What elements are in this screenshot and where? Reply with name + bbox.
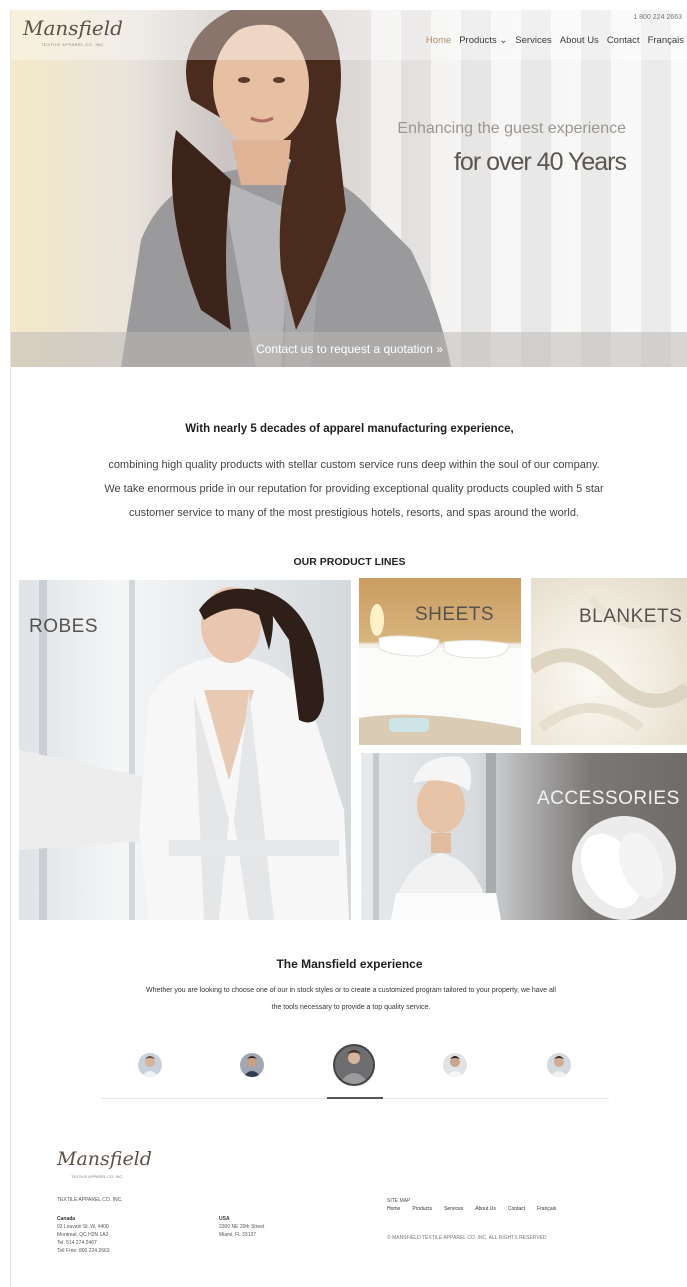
product-tile-blankets[interactable]: BLANKETS: [531, 578, 687, 745]
footer-address-line: Miami, FL 33137: [219, 1232, 257, 1238]
product-lines-heading: OUR PRODUCT LINES: [293, 556, 406, 568]
carousel-avatar-4[interactable]: [443, 1053, 467, 1077]
tile-label-accessories: ACCESSORIES: [537, 788, 680, 809]
footer-usa-title: USA: [219, 1216, 230, 1222]
footer-menu-home[interactable]: Home: [387, 1206, 400, 1212]
footer-canada-title: Canada: [57, 1216, 76, 1222]
request-quotation-link[interactable]: Contact us to request a quotation »: [11, 342, 687, 356]
footer-site-map-label: SITE MAP: [387, 1198, 411, 1204]
page: Mansfield TEXTILE APPAREL CO. INC. 1 800…: [10, 10, 687, 1287]
carousel-active-indicator: [327, 1097, 383, 1099]
footer-menu-francais[interactable]: Français: [537, 1206, 556, 1212]
footer-company-name: TEXTILE APPAREL CO. INC.: [57, 1197, 123, 1203]
experience-heading: The Mansfield experience: [276, 957, 423, 971]
intro-paragraph: combining high quality products with ste…: [11, 453, 687, 525]
nav-item-contact[interactable]: Contact: [607, 35, 640, 46]
footer-address-line: Montreal, QC H2N 1A3: [57, 1232, 109, 1238]
footer-menu: Home Products Services About Us Contact …: [387, 1206, 556, 1212]
footer-logo[interactable]: Mansfield: [57, 1148, 152, 1170]
avatar-image: [339, 1050, 369, 1084]
product-tile-robes[interactable]: ROBES: [19, 580, 351, 920]
experience-text: Whether you are looking to choose one of…: [146, 987, 556, 1011]
footer-menu-services[interactable]: Services: [444, 1206, 463, 1212]
product-tile-sheets[interactable]: SHEETS: [359, 578, 521, 745]
hero-banner: Mansfield TEXTILE APPAREL CO. INC. 1 800…: [11, 10, 687, 367]
hero-model-image: [121, 10, 451, 367]
blankets-image: [531, 595, 687, 732]
nav-item-francais[interactable]: Français: [648, 35, 684, 46]
intro-heading: With nearly 5 decades of apparel manufac…: [185, 423, 514, 435]
carousel-avatar-5[interactable]: [547, 1053, 571, 1077]
footer-address-line: Toll Free: 800 224 2663: [57, 1248, 110, 1254]
footer-canada-block: Canada 93 Louvain St. W, #400 Montreal, …: [57, 1215, 110, 1255]
footer-address-line: Tel: 514 274 2467: [57, 1240, 97, 1246]
carousel-avatar-2[interactable]: [240, 1053, 264, 1077]
nav-item-home[interactable]: Home: [426, 35, 451, 46]
hero-tagline-line1: Enhancing the guest experience: [397, 120, 626, 137]
footer-usa-block: USA 2300 NE 20th Street Miami, FL 33137: [219, 1215, 264, 1239]
nav-item-about-us[interactable]: About Us: [560, 35, 599, 46]
carousel-avatar-3-active[interactable]: [333, 1044, 375, 1086]
footer-copyright: © MANSFIELD TEXTILE APPAREL CO. INC. ALL…: [387, 1235, 547, 1241]
avatar-image: [446, 1056, 464, 1077]
hero-tagline-line2: for over 40 Years: [453, 148, 627, 176]
nav-item-products[interactable]: Products ⌄: [459, 35, 507, 46]
testimonial-carousel: [11, 1044, 687, 1086]
brand-logo[interactable]: Mansfield: [23, 16, 123, 40]
footer-address-line: 2300 NE 20th Street: [219, 1224, 265, 1230]
footer-address-line: 93 Louvain St. W, #400: [57, 1224, 109, 1230]
intro-line: We take enormous pride in our reputation…: [104, 483, 604, 495]
tile-label-sheets: SHEETS: [415, 604, 495, 625]
tile-label-robes: ROBES: [29, 616, 99, 637]
main-nav: Home Products ⌄ Services About Us Contac…: [426, 35, 684, 46]
avatar-image: [243, 1056, 261, 1077]
intro-line: customer service to many of the most pre…: [129, 507, 579, 519]
accessories-image: [373, 753, 676, 920]
footer-menu-products[interactable]: Products: [412, 1206, 432, 1212]
nav-item-services[interactable]: Services: [515, 35, 551, 46]
footer-menu-contact[interactable]: Contact: [508, 1206, 525, 1212]
footer-logo-tagline: TEXTILE APPAREL CO. INC.: [71, 1174, 124, 1179]
avatar-image: [550, 1056, 568, 1077]
footer-menu-about-us[interactable]: About Us: [475, 1206, 496, 1212]
intro-line: combining high quality products with ste…: [108, 459, 600, 471]
avatar-image: [141, 1056, 159, 1077]
product-tile-accessories[interactable]: ACCESSORIES: [361, 753, 687, 920]
phone-number[interactable]: 1 800 224 2663: [633, 14, 682, 21]
brand-logo-tagline: TEXTILE APPAREL CO. INC.: [41, 42, 106, 47]
carousel-avatar-1[interactable]: [138, 1053, 162, 1077]
tile-label-blankets: BLANKETS: [579, 606, 683, 627]
